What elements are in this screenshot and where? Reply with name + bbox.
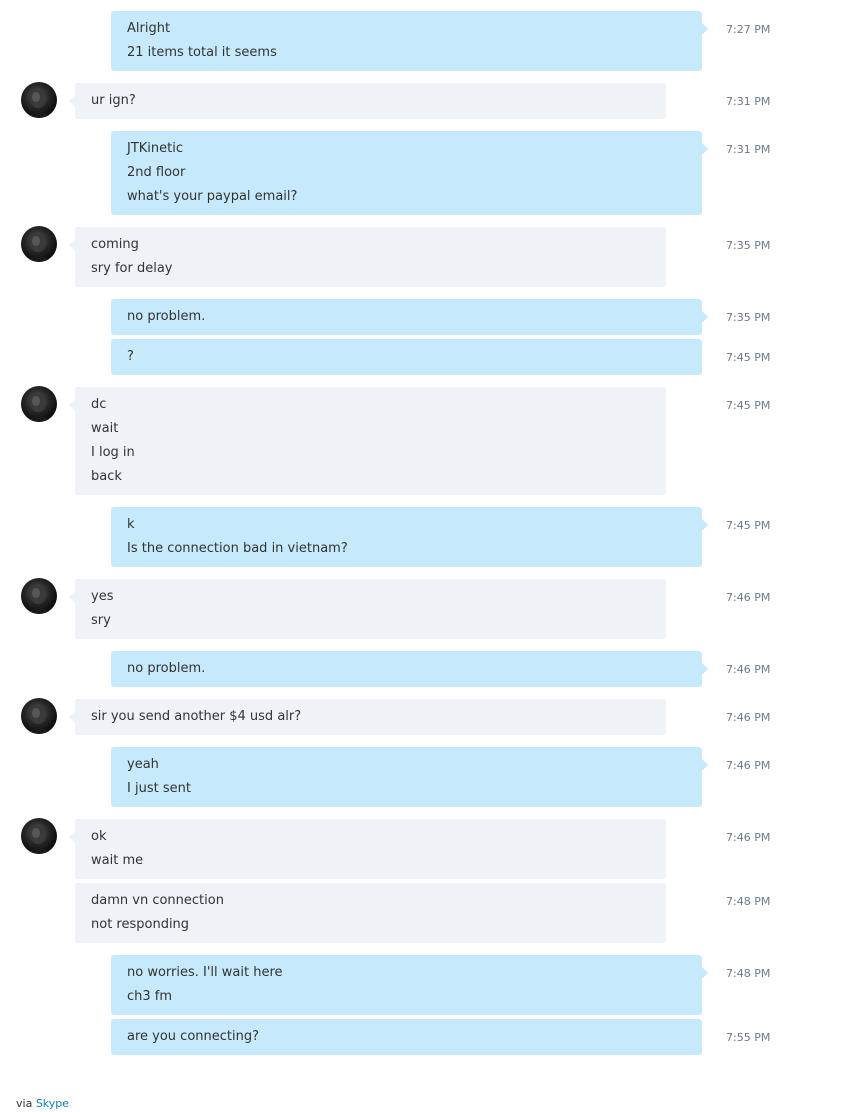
message-timestamp: 7:48 PM <box>726 967 771 980</box>
contact-avatar-icon[interactable] <box>21 386 57 422</box>
outgoing-message-bubble[interactable]: k Is the connection bad in vietnam? <box>111 507 708 567</box>
message-line: no problem. <box>127 661 206 676</box>
contact-avatar-icon[interactable] <box>21 82 57 118</box>
message-line: I just sent <box>127 781 191 796</box>
incoming-message-bubble[interactable]: yes sry <box>69 579 666 639</box>
message-line: ? <box>127 349 134 364</box>
message-timestamp: 7:45 PM <box>726 399 771 412</box>
footer-prefix: via <box>16 1097 33 1110</box>
outgoing-message-bubble[interactable]: no worries. I'll wait here ch3 fm <box>111 955 708 1015</box>
outgoing-message-bubble[interactable]: ? <box>111 339 702 375</box>
message-line: what's your paypal email? <box>127 189 298 204</box>
contact-avatar-icon[interactable] <box>21 818 57 854</box>
message-timestamp: 7:35 PM <box>726 311 771 324</box>
contact-avatar-icon[interactable] <box>21 698 57 734</box>
incoming-message-bubble[interactable]: coming sry for delay <box>69 227 666 287</box>
message-timestamp: 7:46 PM <box>726 591 771 604</box>
footer: via Skype <box>16 1096 69 1112</box>
message-timestamp: 7:55 PM <box>726 1031 771 1044</box>
incoming-message-bubble[interactable]: ur ign? <box>69 83 666 119</box>
message-line: no worries. I'll wait here <box>127 965 283 980</box>
message-line: k <box>127 517 135 532</box>
outgoing-message-bubble[interactable]: are you connecting? <box>111 1019 702 1055</box>
outgoing-message-bubble[interactable]: no problem. <box>111 651 708 687</box>
message-line: wait <box>91 421 119 436</box>
message-line: JTKinetic <box>127 141 184 156</box>
message-timestamp: 7:45 PM <box>726 519 771 532</box>
message-line: no problem. <box>127 309 206 324</box>
message-timestamp: 7:45 PM <box>726 351 771 364</box>
message-line: coming <box>91 237 139 252</box>
message-timestamp: 7:35 PM <box>726 239 771 252</box>
message-line: not responding <box>91 917 190 932</box>
message-timestamp: 7:48 PM <box>726 895 771 908</box>
outgoing-message-bubble[interactable]: JTKinetic 2nd floor what's your paypal ema… <box>111 131 708 215</box>
message-line: ok <box>91 829 107 844</box>
message-line: yes <box>91 589 114 604</box>
message-line: ur ign? <box>91 93 136 108</box>
message-line: yeah <box>127 757 159 772</box>
message-line: sir you send another $4 usd alr? <box>91 709 302 724</box>
message-line: ch3 fm <box>127 989 173 1004</box>
outgoing-message-bubble[interactable]: Alright 21 items total it seems <box>111 11 708 71</box>
message-line: 21 items total it seems <box>127 45 277 60</box>
message-timestamp: 7:31 PM <box>726 95 771 108</box>
message-timestamp: 7:27 PM <box>726 23 771 36</box>
outgoing-message-bubble[interactable]: no problem. <box>111 299 708 335</box>
skype-link[interactable]: Skype <box>36 1097 69 1110</box>
incoming-message-bubble[interactable]: damn vn connection not responding <box>75 883 666 943</box>
message-timestamp: 7:46 PM <box>726 759 771 772</box>
message-line: Is the connection bad in vietnam? <box>127 541 348 556</box>
message-line: sry <box>91 613 111 628</box>
message-line: are you connecting? <box>127 1029 259 1044</box>
message-timestamp: 7:31 PM <box>726 143 771 156</box>
incoming-message-bubble[interactable]: sir you send another $4 usd alr? <box>69 699 666 735</box>
incoming-message-bubble[interactable]: dc wait I log in back <box>69 387 666 495</box>
message-timestamp: 7:46 PM <box>726 831 771 844</box>
message-line: Alright <box>127 21 171 36</box>
message-line: back <box>91 469 122 484</box>
message-line: damn vn connection <box>91 893 224 908</box>
message-timestamp: 7:46 PM <box>726 711 771 724</box>
incoming-message-bubble[interactable]: ok wait me <box>69 819 666 879</box>
message-line: dc <box>91 397 107 412</box>
message-timestamp: 7:46 PM <box>726 663 771 676</box>
contact-avatar-icon[interactable] <box>21 226 57 262</box>
message-line: wait me <box>91 853 144 868</box>
outgoing-message-bubble[interactable]: yeah I just sent <box>111 747 708 807</box>
message-line: 2nd floor <box>127 165 186 180</box>
message-line: sry for delay <box>91 261 173 276</box>
contact-avatar-icon[interactable] <box>21 578 57 614</box>
message-line: I log in <box>91 445 135 460</box>
